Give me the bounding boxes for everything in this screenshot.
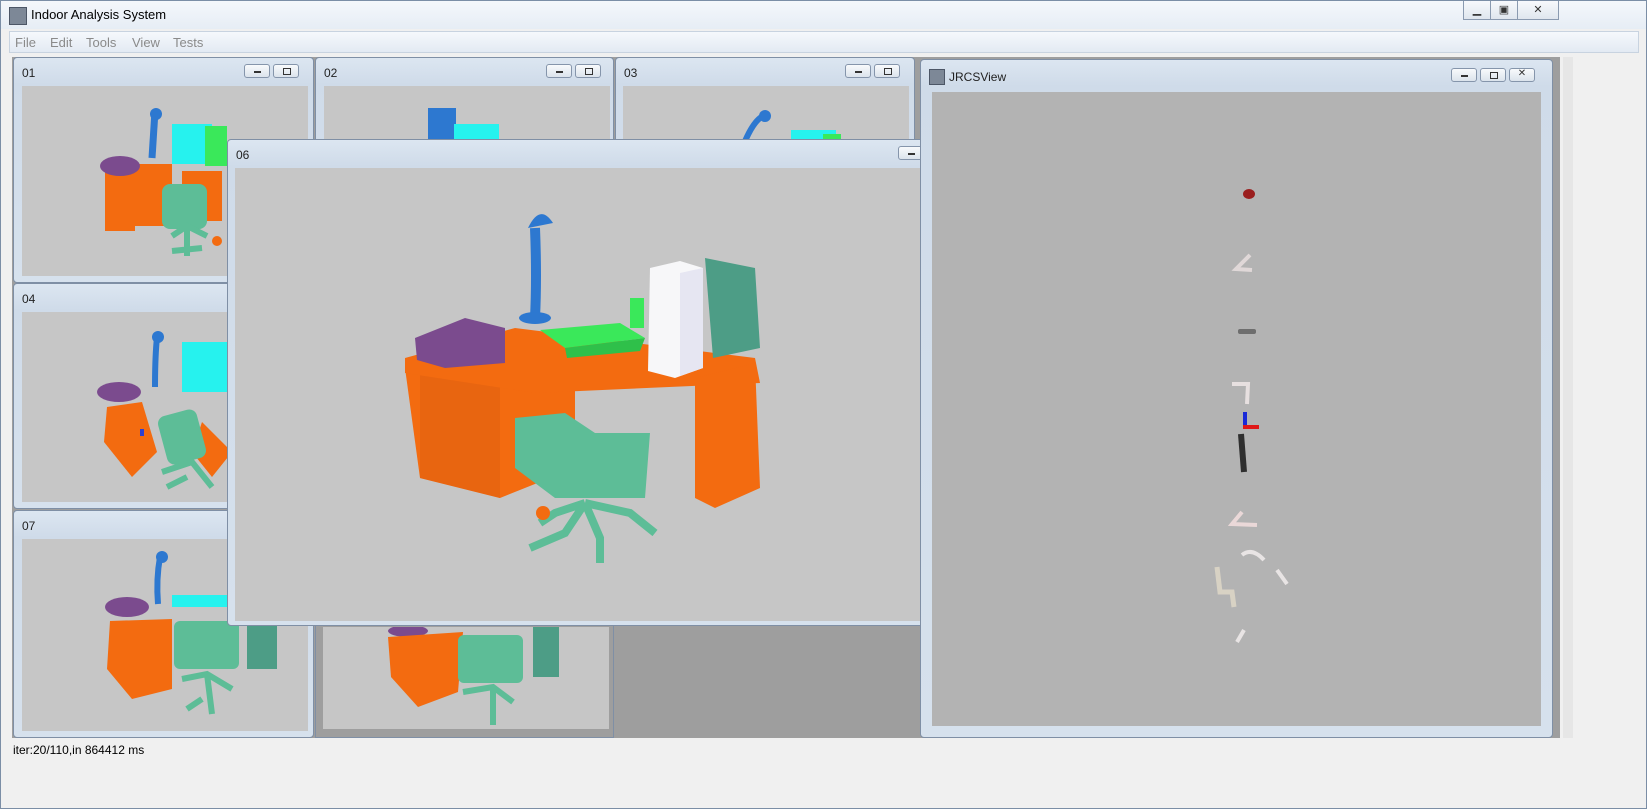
subwindow-title: 01: [22, 66, 36, 80]
status-text: iter:20/110,in 864412 ms: [13, 743, 145, 757]
scene-render: [405, 214, 760, 563]
subwindow-jrcs[interactable]: JRCSView: [920, 59, 1553, 738]
menu-edit[interactable]: Edit: [50, 35, 72, 50]
subwindow-maximize-button[interactable]: [1480, 68, 1506, 82]
subwindow-minimize-button[interactable]: [1451, 68, 1477, 82]
subwindow-minimize-button[interactable]: [546, 64, 572, 78]
subwindow-maximize-button[interactable]: [874, 64, 900, 78]
window-close-button[interactable]: ✕: [1517, 1, 1559, 20]
menu-tests[interactable]: Tests: [173, 35, 203, 50]
subwindow-close-button[interactable]: [1509, 68, 1535, 82]
jrcs-view-canvas[interactable]: [932, 92, 1541, 726]
subwindow-title: 02: [324, 66, 338, 80]
subwindow-title: 06: [236, 148, 250, 162]
menu-file[interactable]: File: [15, 35, 36, 50]
subwindow-title: 04: [22, 292, 36, 306]
window-maximize-button[interactable]: ▣: [1490, 1, 1518, 20]
menu-tools[interactable]: Tools: [86, 35, 116, 50]
point-cloud-view-06[interactable]: [235, 168, 925, 621]
app-title: Indoor Analysis System: [31, 7, 167, 22]
app-icon: [9, 7, 27, 25]
subwindow-title: 03: [624, 66, 638, 80]
subwindow-06[interactable]: 06: [227, 139, 927, 626]
subwindow-maximize-button[interactable]: [273, 64, 299, 78]
title-bar: Indoor Analysis System ▁ ▣ ✕: [1, 1, 1646, 29]
subwindow-title: JRCSView: [949, 70, 1007, 84]
main-window: Indoor Analysis System ▁ ▣ ✕ File Edit T…: [0, 0, 1647, 809]
menu-bar: File Edit Tools View Tests: [9, 31, 1639, 53]
subwindow-title: 07: [22, 519, 36, 533]
subwindow-maximize-button[interactable]: [575, 64, 601, 78]
jrcs-icon: [929, 69, 945, 85]
subwindow-minimize-button[interactable]: [244, 64, 270, 78]
window-minimize-button[interactable]: ▁: [1463, 1, 1491, 20]
menu-view[interactable]: View: [132, 35, 160, 50]
jrcs-render: [1214, 189, 1289, 644]
mdi-vertical-scrollbar[interactable]: [1563, 57, 1573, 738]
subwindow-minimize-button[interactable]: [845, 64, 871, 78]
subwindow-08-frame: [315, 626, 614, 738]
